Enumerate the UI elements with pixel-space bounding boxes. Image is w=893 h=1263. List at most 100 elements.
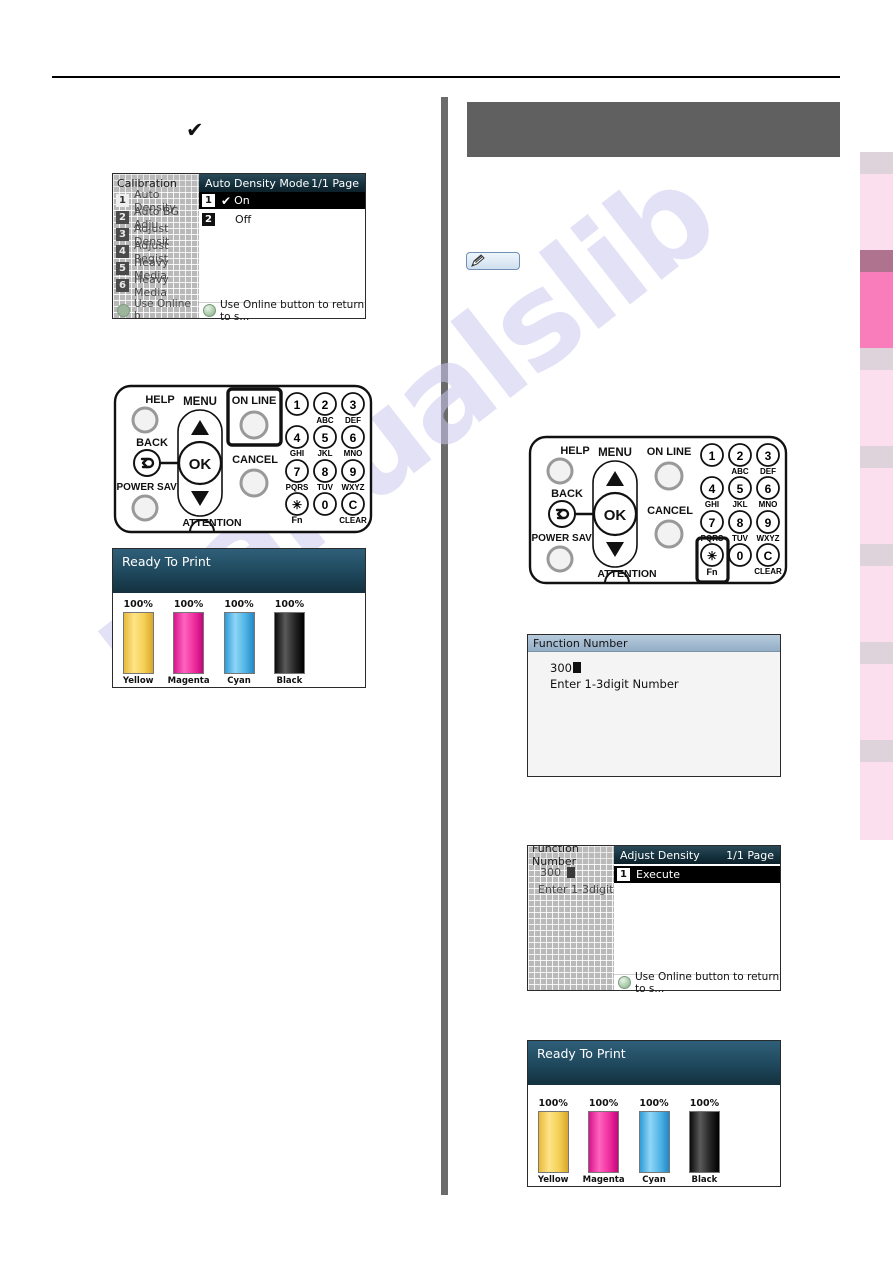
key-6: 6 MNO (341, 425, 365, 458)
key-9: 9 WXYZ (756, 510, 780, 543)
status-bar: Ready To Print (528, 1041, 780, 1085)
svg-text:7: 7 (294, 465, 301, 479)
item-number: 2 (116, 211, 129, 224)
key-3: 3 DEF (341, 392, 365, 425)
side-tab-body (860, 272, 893, 350)
side-tab-2[interactable] (860, 250, 893, 350)
toner-magenta: 100% Magenta (163, 599, 213, 686)
side-tab-3[interactable] (860, 348, 893, 448)
lcd-option-execute[interactable]: 1 Execute (614, 866, 780, 883)
svg-text:6: 6 (350, 431, 357, 445)
back-label: BACK (136, 437, 168, 449)
ready-to-print-screen-right: Ready To Print 100% Yellow 100% Magenta … (527, 1040, 781, 1187)
key-clear: C CLEAR (754, 543, 782, 576)
ready-to-print-screen-left: Ready To Print 100% Yellow 100% Magenta … (112, 548, 366, 688)
background-window-footer: Use Online b (113, 298, 199, 318)
keypad: 1 2ABC 3DEF 4GHI 5JKL 6MNO 7PQRS 8TUV 9W… (695, 443, 782, 584)
svg-text:9: 9 (350, 465, 357, 479)
side-tab-cap (860, 348, 893, 370)
function-number-dialog: Function Number 300 Enter 1-3digit Numbe… (527, 634, 781, 777)
section-header-bar (467, 102, 840, 157)
toner-name: Yellow (537, 1175, 569, 1185)
lcd-title-bar: Adjust Density 1/1 Page (614, 846, 780, 864)
side-tab-body (860, 468, 893, 546)
svg-text:ABC: ABC (316, 416, 334, 425)
online-button-icon (618, 976, 631, 989)
text-cursor (572, 662, 581, 673)
item-number: 1 (116, 194, 129, 207)
column-divider (441, 97, 448, 1195)
svg-text:0: 0 (737, 549, 744, 563)
key-9: 9 WXYZ (341, 459, 365, 492)
svg-text:3: 3 (350, 398, 357, 412)
svg-text:7: 7 (709, 516, 716, 530)
background-window-title: Function Number (528, 846, 614, 868)
function-number-value-row[interactable]: 300 (550, 660, 780, 676)
toner-percent: 100% (274, 599, 305, 610)
toner-name: Yellow (122, 676, 154, 686)
online-label: ON LINE (647, 446, 692, 458)
toner-percent: 100% (173, 599, 204, 610)
pencil-icon (471, 254, 485, 267)
item-number: 3 (116, 228, 129, 241)
lcd-front-window-adjust-density: Adjust Density 1/1 Page 1 Execute Use On… (614, 846, 780, 995)
toner-bar (122, 612, 154, 674)
svg-text:6: 6 (765, 482, 772, 496)
toner-magenta: 100% Magenta (578, 1098, 628, 1185)
operator-panel-svg: HELP BACK POWER SAVE MENU OK ON LINE CAN… (113, 384, 373, 534)
svg-text:8: 8 (322, 465, 329, 479)
background-hint: Enter 1-3digit (538, 883, 614, 896)
svg-text:CLEAR: CLEAR (754, 567, 782, 576)
svg-text:DEF: DEF (760, 467, 776, 476)
item-number: 6 (116, 279, 129, 292)
dialog-body: 300 Enter 1-3digit Number (528, 652, 780, 692)
toner-cyan: 100% Cyan (629, 1098, 679, 1185)
svg-text:TUV: TUV (732, 534, 749, 543)
lcd-option-on[interactable]: 1 ✔ On (199, 192, 365, 209)
side-tab-body (860, 566, 893, 644)
side-tab-1[interactable] (860, 152, 893, 252)
document-page: manualslib ✔ Calibration 1 Auto Density … (0, 0, 893, 1263)
toner-black: 100% Black (679, 1098, 729, 1185)
key-8: 8 TUV (313, 459, 337, 492)
option-label: On (234, 194, 250, 207)
toner-gauges: 100% Yellow 100% Magenta 100% Cyan 100% … (528, 1085, 780, 1185)
lcd-footer: Use Online button to return to s... (614, 971, 780, 995)
side-tab-cap (860, 250, 893, 272)
operator-panel-fn: HELP BACK POWER SAVE MENU OK ON LINE CAN… (527, 434, 789, 589)
side-tab-7[interactable] (860, 740, 893, 840)
side-tab-4[interactable] (860, 446, 893, 546)
lcd-adjust-density: Function Number 300 Enter 1-3digit Adjus… (527, 845, 781, 995)
toner-name: Cyan (642, 1175, 666, 1185)
toner-bar (688, 1111, 720, 1173)
lcd-title-text: Adjust Density (620, 848, 700, 862)
option-label: Off (235, 213, 252, 226)
svg-text:4: 4 (709, 482, 716, 496)
help-label: HELP (145, 394, 174, 406)
side-tab-5[interactable] (860, 544, 893, 644)
toner-name: Magenta (167, 676, 210, 686)
text-cursor (567, 867, 575, 878)
option-label: Execute (636, 868, 680, 881)
side-tab-6[interactable] (860, 642, 893, 742)
status-bar: Ready To Print (113, 549, 365, 593)
lcd-option-off[interactable]: 2 Off (199, 211, 365, 228)
function-number-value: 300 (550, 661, 572, 675)
option-number: 2 (202, 213, 215, 226)
svg-text:MNO: MNO (344, 449, 363, 458)
svg-text:PQRS: PQRS (286, 483, 309, 492)
key-0: 0 (313, 492, 337, 516)
side-tab-cap (860, 152, 893, 174)
toner-percent: 100% (538, 1098, 568, 1109)
item-number: 4 (116, 245, 129, 258)
toner-bar (537, 1111, 569, 1173)
lcd-page-indicator: 1/1 Page (726, 848, 774, 862)
back-label: BACK (551, 488, 583, 500)
svg-text:CLEAR: CLEAR (339, 516, 367, 525)
item-label: Heavy Media (134, 272, 169, 299)
option-number: 1 (202, 194, 215, 207)
online-button-icon (203, 304, 216, 317)
side-tab-body (860, 762, 893, 840)
item-number: 5 (116, 262, 129, 275)
lcd-title-bar: Auto Density Mode 1/1 Page (199, 174, 365, 192)
